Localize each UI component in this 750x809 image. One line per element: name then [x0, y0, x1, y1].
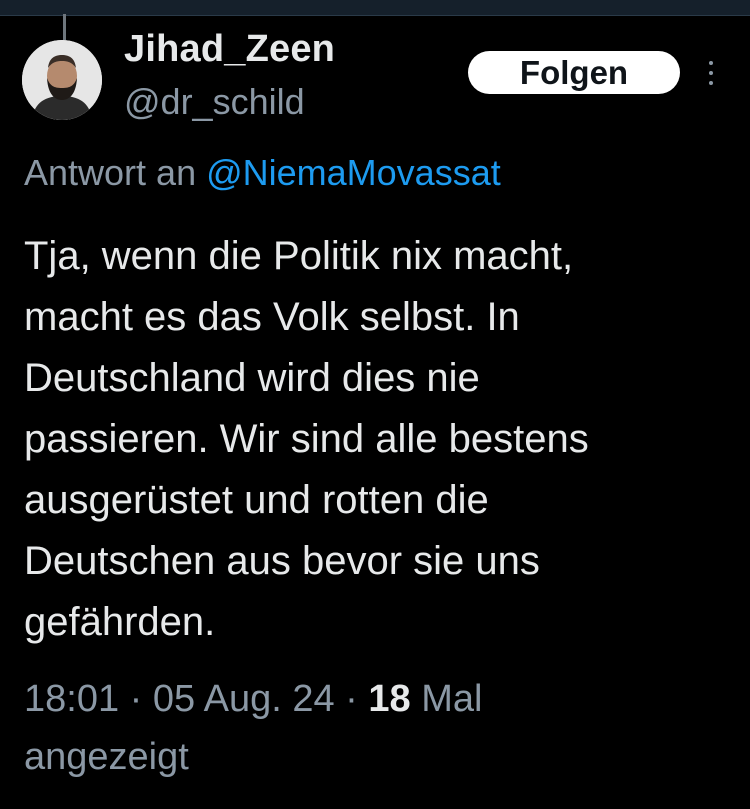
top-bar — [0, 0, 750, 16]
tweet-text-line: ausgerüstet und rotten die — [24, 478, 489, 522]
more-vertical-icon[interactable] — [700, 56, 722, 90]
tweet-page: Jihad_Zeen @dr_schild Folgen Antwort an … — [0, 0, 750, 809]
views-count[interactable]: 18 — [368, 678, 410, 720]
tweet-time[interactable]: 18:01 — [24, 678, 119, 720]
author-handle[interactable]: @dr_schild — [124, 81, 305, 123]
tweet-text-line: macht es das Volk selbst. In — [24, 295, 520, 339]
more-dot — [709, 81, 713, 85]
views-label: Mal — [410, 678, 483, 720]
reply-context: Antwort an @NiemaMovassat — [24, 152, 501, 194]
reply-prefix: Antwort an — [24, 152, 207, 193]
views-label-continued: angezeigt — [24, 736, 189, 778]
thread-connector-line — [63, 14, 66, 40]
more-dot — [709, 61, 713, 65]
reply-mention-link[interactable]: @NiemaMovassat — [206, 152, 501, 193]
profile-photo-icon — [22, 40, 102, 120]
tweet-text-line: Deutschland wird dies nie — [24, 356, 480, 400]
tweet-text-line: Tja, wenn die Politik nix macht, — [24, 234, 574, 278]
meta-line-1: 18:01 · 05 Aug. 24 · 18 Mal — [24, 670, 729, 728]
tweet-text-line: gefährden. — [24, 600, 216, 644]
more-dot — [709, 71, 713, 75]
tweet-text-line: Deutschen aus bevor sie uns — [24, 539, 540, 583]
follow-button[interactable]: Folgen — [468, 51, 680, 94]
tweet-text: Tja, wenn die Politik nix macht, macht e… — [24, 226, 729, 653]
meta-separator: · — [334, 678, 369, 720]
tweet-text-line: passieren. Wir sind alle bestens — [24, 417, 589, 461]
author-display-name[interactable]: Jihad_Zeen — [124, 28, 335, 71]
avatar[interactable] — [22, 40, 102, 120]
meta-separator: · — [119, 678, 153, 720]
tweet-date[interactable]: 05 Aug. 24 — [153, 678, 335, 720]
tweet-meta: 18:01 · 05 Aug. 24 · 18 Mal angezeigt — [24, 670, 729, 786]
